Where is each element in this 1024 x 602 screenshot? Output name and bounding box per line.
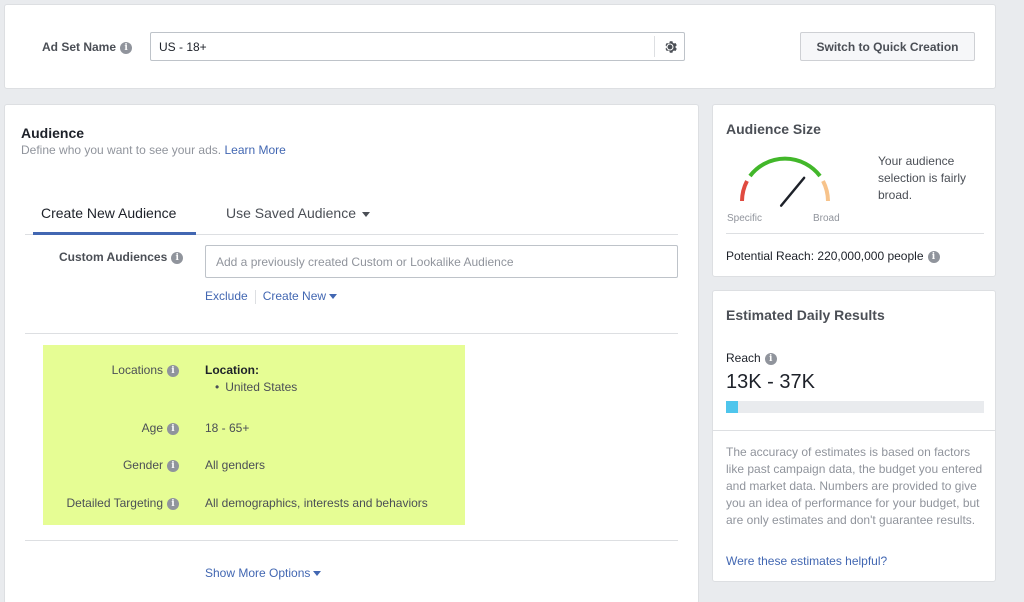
adset-name-card: Ad Set Namei Switch to Quick Creation	[4, 4, 996, 89]
locations-value[interactable]: Location: United States	[205, 363, 297, 394]
gauge-needle	[779, 176, 806, 207]
adset-name-settings-button[interactable]	[654, 36, 684, 57]
reach-label-text: Reach	[726, 351, 761, 365]
age-label-text: Age	[141, 421, 163, 435]
detailed-targeting-label-text: Detailed Targeting	[66, 496, 163, 510]
audience-subtitle: Define who you want to see your ads. Lea…	[21, 143, 286, 157]
gender-label-text: Gender	[122, 458, 163, 472]
estimates-helpful-link[interactable]: Were these estimates helpful?	[726, 554, 887, 568]
age-value[interactable]: 18 - 65+	[205, 421, 249, 435]
location-item: United States	[215, 380, 297, 394]
exclude-link[interactable]: Exclude	[205, 289, 248, 303]
divider	[254, 289, 256, 304]
tab-create-new-audience[interactable]: Create New Audience	[41, 205, 176, 221]
switch-quick-creation-button[interactable]: Switch to Quick Creation	[800, 32, 975, 61]
section-divider	[713, 430, 995, 431]
gauge-label-specific: Specific	[727, 213, 762, 224]
chevron-down-icon	[329, 294, 338, 300]
age-label: Age i	[142, 421, 179, 435]
audience-tabs: Create New Audience Use Saved Audience	[25, 197, 678, 235]
custom-audiences-label-text: Custom Audiences	[59, 250, 168, 264]
gauge-segment-specific	[740, 180, 749, 202]
reach-value: 13K - 37K	[726, 371, 815, 393]
tab-use-saved-audience-label: Use Saved Audience	[226, 205, 356, 221]
estimated-daily-results-card: Estimated Daily Results Reach i 13K - 37K…	[712, 290, 996, 582]
active-tab-indicator	[33, 232, 196, 235]
info-icon[interactable]: i	[120, 41, 133, 54]
reach-label: Reach i	[726, 351, 777, 365]
audience-size-card: Audience Size Specific Broad Your audien…	[712, 104, 996, 277]
tab-use-saved-audience[interactable]: Use Saved Audience	[226, 205, 370, 221]
section-divider	[25, 540, 678, 541]
audience-size-description: Your audience selection is fairly broad.	[878, 154, 967, 202]
reach-bar-fill	[726, 401, 738, 413]
custom-audiences-label: Custom Audiences i	[59, 250, 184, 264]
potential-reach-text: Potential Reach: 220,000,000 people	[726, 249, 924, 263]
gauge-label-broad: Broad	[813, 213, 840, 224]
gear-icon	[664, 40, 677, 53]
adset-name-label: Ad Set Name i	[42, 40, 133, 54]
audience-size-title: Audience Size	[726, 121, 821, 137]
locations-label-text: Locations	[111, 363, 163, 377]
info-icon[interactable]: i	[171, 251, 184, 264]
adset-name-input[interactable]	[151, 33, 651, 60]
create-new-link[interactable]: Create New	[262, 289, 338, 303]
audience-size-gauge: Specific Broad	[727, 156, 840, 224]
targeting-summary: Locationsi Location: United States Agei …	[43, 345, 465, 525]
gauge-segment-balanced	[748, 156, 822, 178]
estimates-note: The accuracy of estimates is based on fa…	[726, 445, 983, 527]
gauge-segment-broad	[821, 180, 830, 202]
custom-audiences-input[interactable]	[205, 245, 678, 278]
info-icon[interactable]: i	[167, 497, 179, 510]
info-icon[interactable]: i	[167, 459, 179, 472]
chevron-down-icon	[361, 211, 370, 217]
locations-label: Locations i	[112, 363, 179, 377]
info-icon[interactable]: i	[764, 352, 777, 365]
show-more-options-link[interactable]: Show More Options	[205, 566, 322, 580]
custom-audiences-actions: Exclude Create New	[205, 289, 338, 304]
info-icon[interactable]: i	[927, 250, 940, 263]
adset-name-label-text: Ad Set Name	[42, 40, 117, 54]
create-new-label: Create New	[262, 289, 327, 303]
audience-card: Audience Define who you want to see your…	[4, 104, 699, 602]
adset-name-field-wrap	[150, 32, 685, 61]
show-more-options-label: Show More Options	[205, 566, 311, 580]
audience-title: Audience	[21, 125, 85, 141]
potential-reach: Potential Reach: 220,000,000 people i	[726, 233, 984, 263]
estimated-daily-results-title: Estimated Daily Results	[726, 307, 885, 323]
detailed-targeting-label: Detailed Targeting i	[66, 496, 179, 510]
section-divider	[25, 333, 678, 334]
chevron-down-icon	[313, 571, 322, 577]
learn-more-link[interactable]: Learn More	[224, 143, 285, 157]
gender-value[interactable]: All genders	[205, 458, 265, 472]
audience-subtitle-text: Define who you want to see your ads.	[21, 143, 222, 157]
detailed-targeting-value[interactable]: All demographics, interests and behavior…	[205, 496, 428, 510]
reach-bar	[726, 401, 984, 413]
info-icon[interactable]: i	[167, 364, 179, 377]
location-title: Location:	[205, 363, 259, 377]
gender-label: Gender i	[123, 458, 179, 472]
info-icon[interactable]: i	[167, 422, 179, 435]
